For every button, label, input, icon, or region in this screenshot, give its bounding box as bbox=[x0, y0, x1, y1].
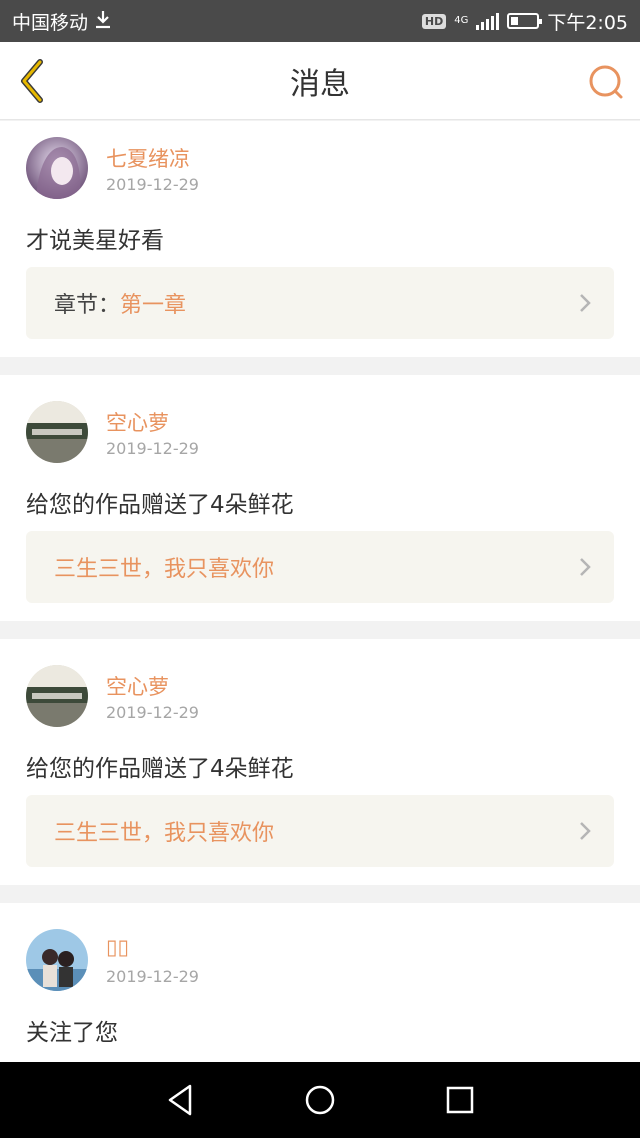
system-nav-bar bbox=[0, 1062, 640, 1138]
page-title: 消息 bbox=[290, 66, 350, 102]
signal-icon bbox=[476, 12, 500, 30]
sender-name[interactable]: ▯▯ bbox=[106, 935, 129, 959]
avatar[interactable] bbox=[26, 929, 88, 991]
search-button[interactable] bbox=[586, 62, 626, 102]
battery-fill bbox=[511, 17, 519, 25]
network-type: 4G bbox=[454, 16, 468, 26]
back-chevron-icon bbox=[21, 59, 43, 103]
message-date: 2019-12-29 bbox=[106, 439, 199, 458]
chevron-right-icon bbox=[580, 558, 591, 576]
back-button[interactable] bbox=[14, 58, 54, 104]
back-triangle-icon[interactable] bbox=[165, 1083, 195, 1117]
message-card[interactable]: 空心萝 2019-12-29 给您的作品赠送了4朵鲜花 三生三世，我只喜欢你 bbox=[0, 639, 640, 885]
battery-icon bbox=[507, 13, 543, 29]
chapter-link[interactable]: 章节： 第一章 bbox=[26, 267, 614, 339]
carrier-label: 中国移动 bbox=[12, 11, 89, 34]
hd-badge: HD bbox=[421, 13, 447, 29]
book-link[interactable]: 三生三世，我只喜欢你 bbox=[26, 795, 614, 867]
status-left: 中国移动 bbox=[12, 8, 112, 35]
chevron-right-icon bbox=[580, 822, 591, 840]
message-date: 2019-12-29 bbox=[106, 703, 199, 722]
avatar[interactable] bbox=[26, 137, 88, 199]
search-icon bbox=[589, 65, 623, 99]
message-date: 2019-12-29 bbox=[106, 967, 199, 986]
top-navbar: 消息 bbox=[0, 42, 640, 120]
download-icon bbox=[94, 9, 112, 34]
chapter-value: 第一章 bbox=[120, 293, 187, 318]
sender-name[interactable]: 七夏绪凉 bbox=[106, 143, 190, 173]
status-right: HD 4G 下午2:05 bbox=[421, 8, 628, 35]
avatar[interactable] bbox=[26, 401, 88, 463]
sender-name[interactable]: 空心萝 bbox=[106, 671, 169, 701]
message-text: 才说美星好看 bbox=[26, 228, 164, 254]
message-text: 关注了您 bbox=[26, 1020, 118, 1046]
message-text: 给您的作品赠送了4朵鲜花 bbox=[26, 756, 294, 782]
status-bar: 中国移动 HD 4G 下午2:05 bbox=[0, 0, 640, 42]
message-text: 给您的作品赠送了4朵鲜花 bbox=[26, 492, 294, 518]
sender-name[interactable]: 空心萝 bbox=[106, 407, 169, 437]
message-date: 2019-12-29 bbox=[106, 175, 199, 194]
avatar[interactable] bbox=[26, 665, 88, 727]
message-card[interactable]: ▯▯ 2019-12-29 关注了您 bbox=[0, 903, 640, 1063]
home-circle-icon[interactable] bbox=[304, 1084, 336, 1116]
network-label: 4G bbox=[454, 15, 469, 26]
book-link[interactable]: 三生三世，我只喜欢你 bbox=[26, 531, 614, 603]
clock: 下午2:05 bbox=[547, 11, 628, 34]
book-title: 三生三世，我只喜欢你 bbox=[54, 821, 275, 846]
message-card[interactable]: 空心萝 2019-12-29 给您的作品赠送了4朵鲜花 三生三世，我只喜欢你 bbox=[0, 375, 640, 621]
chapter-label: 章节： bbox=[54, 293, 121, 318]
message-card[interactable]: 七夏绪凉 2019-12-29 才说美星好看 章节： 第一章 bbox=[0, 121, 640, 357]
chevron-right-icon bbox=[580, 294, 591, 312]
book-title: 三生三世，我只喜欢你 bbox=[54, 557, 275, 582]
recents-square-icon[interactable] bbox=[445, 1085, 475, 1115]
